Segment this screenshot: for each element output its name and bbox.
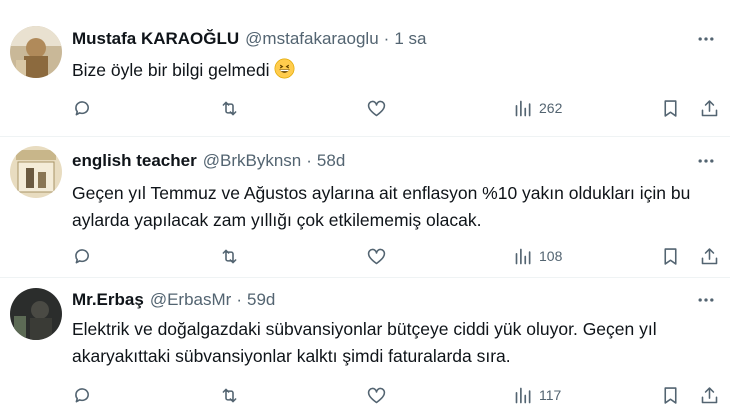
avatar[interactable] — [10, 288, 62, 340]
tweet-body: Geçen yıl Temmuz ve Ağustos aylarına ait… — [72, 183, 691, 230]
more-icon[interactable] — [694, 151, 718, 171]
views-icon — [515, 100, 531, 116]
like-button[interactable] — [366, 97, 387, 119]
separator: · — [236, 290, 242, 309]
separator: · — [306, 151, 312, 170]
like-icon — [367, 100, 386, 116]
timestamp[interactable]: 59d — [247, 289, 275, 311]
tweet-text: Elektrik ve doğalgazdaki sübvansiyonlar … — [72, 316, 717, 370]
like-button[interactable] — [366, 245, 387, 267]
action-bar: 108 — [72, 245, 720, 267]
reply-button[interactable] — [72, 97, 93, 119]
retweet-button[interactable] — [219, 384, 240, 406]
share-button[interactable] — [699, 384, 720, 406]
tweet-header: Mr.Erbaş @ErbasMr · 59d — [72, 289, 275, 311]
tweet-body: Elektrik ve doğalgazdaki sübvansiyonlar … — [72, 319, 657, 366]
bookmark-icon — [664, 386, 677, 404]
avatar[interactable] — [10, 26, 62, 78]
retweet-button[interactable] — [219, 245, 240, 267]
views-button[interactable]: 262 — [513, 97, 562, 119]
tweet-header: Mustafa KARAOĞLU @mstafakaraoglu · 1 sa — [72, 28, 426, 50]
user-handle[interactable]: @mstafakaraoglu — [245, 28, 379, 50]
bookmark-button[interactable] — [660, 97, 681, 119]
bookmark-button[interactable] — [660, 245, 681, 267]
tweet-text: Bize öyle bir bilgi gelmedi — [72, 57, 717, 84]
action-bar: 117 — [72, 384, 720, 406]
like-icon — [367, 248, 386, 264]
timestamp[interactable]: 1 sa — [394, 28, 426, 50]
views-button[interactable]: 117 — [513, 384, 561, 406]
bookmark-icon — [664, 99, 677, 117]
views-icon — [515, 248, 531, 264]
separator: · — [383, 29, 390, 48]
display-name[interactable]: Mustafa KARAOĞLU — [72, 28, 239, 50]
display-name[interactable]: english teacher — [72, 150, 197, 172]
share-icon — [701, 386, 718, 403]
reply-icon — [75, 387, 89, 402]
more-icon[interactable] — [694, 29, 718, 49]
retweet-button[interactable] — [219, 97, 240, 119]
retweet-icon — [222, 249, 237, 263]
action-bar: 262 — [72, 97, 720, 119]
user-handle[interactable]: @ErbasMr — [150, 289, 232, 311]
bookmark-icon — [664, 247, 677, 265]
tweet-body: Bize öyle bir bilgi gelmedi — [72, 60, 270, 80]
share-icon — [701, 99, 718, 116]
retweet-icon — [222, 101, 237, 115]
grinning-face-emoji — [274, 58, 295, 79]
share-icon — [701, 247, 718, 264]
bookmark-button[interactable] — [660, 384, 681, 406]
reply-icon — [75, 100, 89, 115]
views-button[interactable]: 108 — [513, 245, 562, 267]
like-button[interactable] — [366, 384, 387, 406]
views-count: 262 — [539, 100, 563, 116]
tweet[interactable]: english teacher @BrkByknsn · 58d Geçen y… — [0, 137, 730, 277]
tweet-text: Geçen yıl Temmuz ve Ağustos aylarına ait… — [72, 180, 717, 234]
views-count: 108 — [539, 248, 563, 264]
share-button[interactable] — [699, 245, 720, 267]
views-icon — [515, 387, 531, 403]
user-handle[interactable]: @BrkByknsn — [203, 150, 302, 172]
reply-button[interactable] — [72, 384, 93, 406]
display-name[interactable]: Mr.Erbaş — [72, 289, 144, 311]
tweet[interactable]: Mr.Erbaş @ErbasMr · 59d Elektrik ve doğa… — [0, 278, 730, 420]
timestamp[interactable]: 58d — [317, 150, 345, 172]
views-count: 117 — [539, 387, 562, 403]
like-icon — [367, 387, 386, 403]
retweet-icon — [222, 388, 237, 402]
tweet-header: english teacher @BrkByknsn · 58d — [72, 150, 345, 172]
reply-icon — [75, 248, 89, 263]
avatar[interactable] — [10, 146, 62, 198]
share-button[interactable] — [699, 97, 720, 119]
reply-button[interactable] — [72, 245, 93, 267]
more-icon[interactable] — [694, 290, 718, 310]
tweet[interactable]: Mustafa KARAOĞLU @mstafakaraoglu · 1 sa … — [0, 0, 730, 136]
